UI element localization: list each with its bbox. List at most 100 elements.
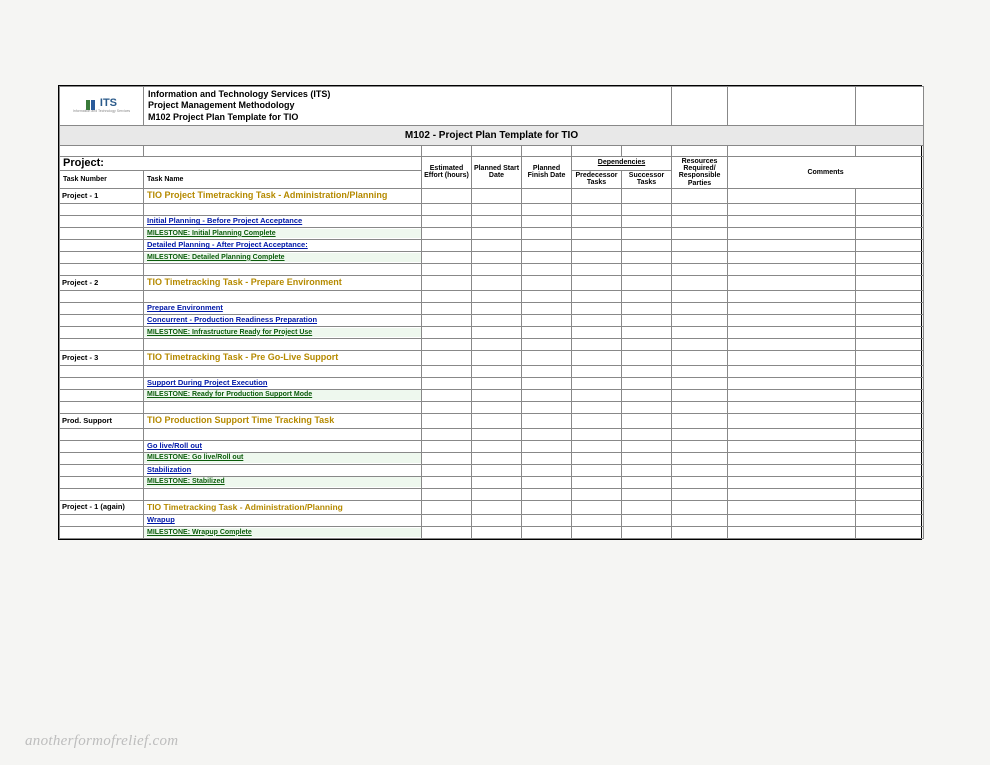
empty-cell xyxy=(522,464,572,476)
empty-cell xyxy=(622,314,672,326)
empty-cell xyxy=(522,189,572,204)
empty-cell xyxy=(856,428,924,440)
task-text[interactable]: MILESTONE: Detailed Planning Complete xyxy=(144,253,421,263)
task-text[interactable]: MILESTONE: Ready for Production Support … xyxy=(144,390,421,400)
empty-cell xyxy=(422,326,472,338)
section-id: Project - 1 xyxy=(60,189,144,204)
empty-cell xyxy=(728,365,856,377)
empty-cell xyxy=(672,252,728,264)
empty-cell xyxy=(572,276,622,291)
empty-cell xyxy=(622,428,672,440)
milestone-row: MILESTONE: Infrastructure Ready for Proj… xyxy=(144,326,422,338)
task-text[interactable]: MILESTONE: Stabilized xyxy=(144,477,421,487)
empty-cell xyxy=(522,476,572,488)
task-text[interactable]: Detailed Planning - After Project Accept… xyxy=(144,240,421,250)
empty-cell xyxy=(856,377,924,389)
empty-cell xyxy=(60,204,144,216)
empty-cell xyxy=(856,365,924,377)
empty-cell xyxy=(728,314,856,326)
task-text[interactable]: MILESTONE: Wrapup Complete xyxy=(144,528,421,538)
empty-cell xyxy=(144,338,422,350)
empty-cell xyxy=(60,401,144,413)
empty-cell xyxy=(622,350,672,365)
empty-cell xyxy=(572,314,622,326)
empty-cell xyxy=(728,488,856,500)
empty-cell xyxy=(572,228,622,240)
empty-cell xyxy=(572,440,622,452)
empty-cell xyxy=(856,276,924,291)
task-row: Support During Project Execution xyxy=(144,377,422,389)
empty-cell xyxy=(422,189,472,204)
task-text[interactable]: Concurrent - Production Readiness Prepar… xyxy=(144,315,421,325)
empty-cell xyxy=(522,314,572,326)
empty-cell xyxy=(572,500,622,514)
empty-cell xyxy=(60,290,144,302)
empty-cell xyxy=(622,276,672,291)
empty-cell xyxy=(622,365,672,377)
milestone-row: MILESTONE: Ready for Production Support … xyxy=(144,389,422,401)
empty-cell xyxy=(672,240,728,252)
empty-cell xyxy=(472,365,522,377)
empty-cell xyxy=(472,389,522,401)
empty-cell xyxy=(672,464,728,476)
empty-cell xyxy=(572,189,622,204)
empty-cell xyxy=(672,413,728,428)
task-number-cell xyxy=(60,240,144,252)
task-row: Go live/Roll out xyxy=(144,440,422,452)
empty-cell xyxy=(856,338,924,350)
task-number-cell xyxy=(60,440,144,452)
empty-cell xyxy=(572,264,622,276)
empty-cell xyxy=(672,228,728,240)
task-text[interactable]: MILESTONE: Infrastructure Ready for Proj… xyxy=(144,328,421,338)
empty-cell xyxy=(522,428,572,440)
empty-cell xyxy=(422,527,472,539)
empty-cell xyxy=(522,440,572,452)
empty-cell xyxy=(572,413,622,428)
empty-cell xyxy=(522,276,572,291)
empty-cell xyxy=(572,401,622,413)
empty-cell xyxy=(522,401,572,413)
empty-cell xyxy=(144,428,422,440)
empty-cell xyxy=(672,204,728,216)
empty-cell xyxy=(522,500,572,514)
empty-cell xyxy=(672,476,728,488)
empty-cell xyxy=(728,500,856,514)
task-text[interactable]: Stabilization xyxy=(144,465,421,475)
empty-cell xyxy=(856,314,924,326)
empty-cell xyxy=(522,252,572,264)
logo-subtext: Information and Technology Services xyxy=(73,110,130,114)
empty-cell xyxy=(422,401,472,413)
empty-cell xyxy=(622,326,672,338)
task-text[interactable]: Support During Project Execution xyxy=(144,378,421,388)
task-text[interactable]: Prepare Environment xyxy=(144,303,421,313)
empty-cell xyxy=(622,338,672,350)
task-text[interactable]: MILESTONE: Initial Planning Complete xyxy=(144,229,421,239)
empty-cell xyxy=(572,488,622,500)
empty-cell xyxy=(472,401,522,413)
col-planned-start: Planned Start Date xyxy=(472,156,522,188)
empty-cell xyxy=(472,500,522,514)
empty-cell xyxy=(622,527,672,539)
empty-cell xyxy=(472,264,522,276)
empty-cell xyxy=(472,338,522,350)
empty-cell xyxy=(522,413,572,428)
task-text[interactable]: Go live/Roll out xyxy=(144,441,421,451)
empty-cell xyxy=(572,216,622,228)
empty-cell xyxy=(144,264,422,276)
empty-cell xyxy=(472,204,522,216)
empty-cell xyxy=(422,476,472,488)
task-row: Stabilization xyxy=(144,464,422,476)
task-number-cell xyxy=(60,464,144,476)
empty-cell xyxy=(622,389,672,401)
task-text[interactable]: MILESTONE: Go live/Roll out xyxy=(144,453,421,463)
empty-cell xyxy=(572,290,622,302)
empty-cell xyxy=(522,326,572,338)
task-text[interactable]: Wrapup xyxy=(144,515,421,525)
empty-cell xyxy=(728,240,856,252)
empty-cell xyxy=(622,204,672,216)
task-text[interactable]: Initial Planning - Before Project Accept… xyxy=(144,216,421,226)
empty-cell xyxy=(622,464,672,476)
empty-cell xyxy=(572,476,622,488)
empty-cell xyxy=(472,350,522,365)
empty-cell xyxy=(672,290,728,302)
